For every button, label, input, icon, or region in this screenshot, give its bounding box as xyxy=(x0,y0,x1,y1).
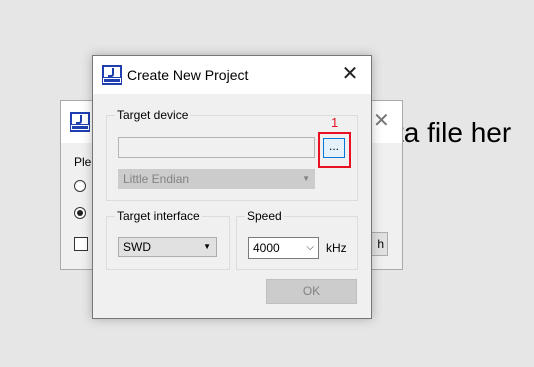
target-interface-label: Target interface xyxy=(115,209,202,223)
target-device-label: Target device xyxy=(115,108,191,122)
speed-unit: kHz xyxy=(326,241,347,255)
background-label: Ple xyxy=(74,155,92,169)
background-radio-1[interactable] xyxy=(74,180,86,192)
target-interface-value: SWD xyxy=(123,240,151,254)
endian-select: Little Endian ▼ xyxy=(118,169,315,189)
background-checkbox[interactable] xyxy=(74,237,88,251)
chevron-down-icon: ▼ xyxy=(302,174,310,183)
endian-value: Little Endian xyxy=(123,172,190,186)
background-drop-text: ta file her xyxy=(396,117,512,148)
dialog-titlebar: Create New Project ✕ xyxy=(93,56,371,94)
create-new-project-dialog: Create New Project ✕ Target device ... 1… xyxy=(92,55,372,319)
ok-button[interactable]: OK xyxy=(266,279,357,304)
background-close-icon[interactable]: ✕ xyxy=(373,111,390,131)
dialog-title: Create New Project xyxy=(127,67,249,83)
speed-select[interactable]: 4000 ⌵ xyxy=(248,237,319,259)
jflash-logo-icon xyxy=(102,65,122,88)
background-radio-2[interactable] xyxy=(74,207,86,219)
target-interface-select[interactable]: SWD ▼ xyxy=(118,237,217,257)
chevron-down-icon: ▼ xyxy=(203,242,211,251)
annotation-number: 1 xyxy=(331,115,339,130)
target-device-input[interactable] xyxy=(118,137,315,158)
close-icon[interactable]: ✕ xyxy=(338,63,362,85)
annotation-highlight-box xyxy=(318,132,351,168)
speed-value: 4000 xyxy=(253,241,280,255)
jflash-logo-icon xyxy=(70,112,90,135)
chevron-down-icon: ⌵ xyxy=(306,242,314,253)
speed-label: Speed xyxy=(245,209,284,223)
